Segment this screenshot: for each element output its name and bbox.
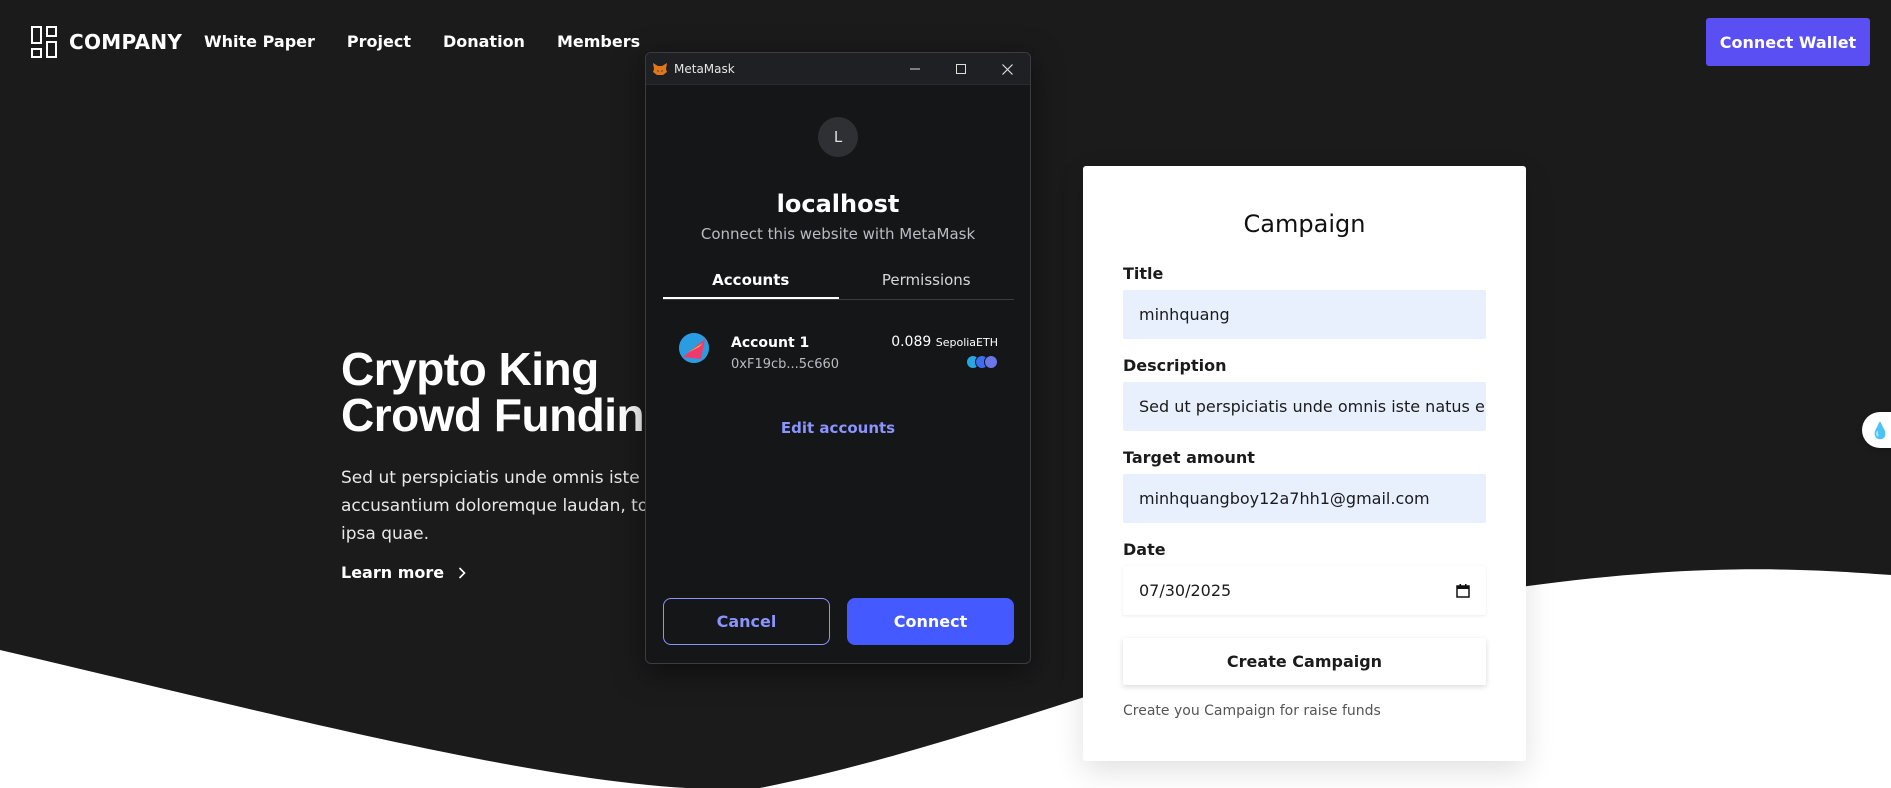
learn-more-label: Learn more xyxy=(341,563,445,582)
nav-project[interactable]: Project xyxy=(347,32,411,51)
account-name: Account 1 xyxy=(731,335,810,351)
calendar-icon[interactable] xyxy=(1456,583,1470,598)
metamask-fox-icon xyxy=(653,62,667,75)
campaign-note: Create you Campaign for raise funds xyxy=(1123,703,1381,719)
metamask-window-title: MetaMask xyxy=(674,61,735,76)
minimize-icon[interactable] xyxy=(892,53,938,85)
tab-permissions[interactable]: Permissions xyxy=(839,265,1015,299)
nav-members[interactable]: Members xyxy=(557,32,640,51)
site-host: localhost xyxy=(776,190,900,218)
nav-donation[interactable]: Donation xyxy=(443,32,525,51)
tab-accounts[interactable]: Accounts xyxy=(663,265,839,299)
main-nav: White Paper Project Donation Members xyxy=(204,32,640,51)
hero-desc-line2: accusantium doloremque laudan, totar xyxy=(341,496,673,516)
window-controls xyxy=(892,53,1030,85)
learn-more-link[interactable]: Learn more xyxy=(341,563,466,582)
target-amount-label: Target amount xyxy=(1123,448,1255,467)
description-label: Description xyxy=(1123,356,1227,375)
campaign-card: Campaign Title minhquang Description Sed… xyxy=(1083,166,1526,761)
hero-desc-line1: Sed ut perspiciatis unde omnis iste nat xyxy=(341,468,673,488)
chevron-right-icon xyxy=(459,566,466,579)
hero-description: Sed ut perspiciatis unde omnis iste nat … xyxy=(341,464,681,548)
maximize-icon[interactable] xyxy=(938,53,984,85)
network-icons xyxy=(966,355,998,369)
close-icon[interactable] xyxy=(984,53,1030,85)
company-logo[interactable]: COMPANY xyxy=(31,26,182,58)
title-label: Title xyxy=(1123,264,1164,283)
hero-title-line2: Crowd Fundin xyxy=(341,389,645,441)
account-address: 0xF19cb...5c660 xyxy=(731,357,840,372)
connect-button[interactable]: Connect xyxy=(847,598,1014,645)
description-input[interactable]: Sed ut perspiciatis unde omnis iste natu… xyxy=(1123,382,1486,431)
balance-unit: SepoliaETH xyxy=(935,336,998,349)
hero-title: Crypto King Crowd Fundin xyxy=(341,343,645,441)
account-row[interactable]: Account 1 0xF19cb...5c660 0.089 SepoliaE… xyxy=(663,331,1014,381)
edit-accounts-link[interactable]: Edit accounts xyxy=(646,419,1030,437)
droplet-icon: 💧 xyxy=(1870,420,1890,440)
connect-wallet-button[interactable]: Connect Wallet xyxy=(1706,18,1870,66)
target-amount-input[interactable]: minhquangboy12a7hh1@gmail.com xyxy=(1123,474,1486,523)
logo-text: COMPANY xyxy=(69,30,183,54)
date-input[interactable]: 07/30/2025 xyxy=(1123,566,1486,615)
account-avatar-icon xyxy=(679,333,709,363)
metamask-titlebar: MetaMask xyxy=(646,53,1030,85)
balance-value: 0.089 xyxy=(891,334,932,350)
eth-icon xyxy=(984,355,998,369)
connect-subtitle: Connect this website with MetaMask xyxy=(700,225,976,243)
metamask-window: MetaMask L localhost Connect this websit… xyxy=(645,52,1031,664)
title-input[interactable]: minhquang xyxy=(1123,290,1486,339)
metamask-tabs: Accounts Permissions xyxy=(663,265,1014,300)
nav-white-paper[interactable]: White Paper xyxy=(204,32,315,51)
create-campaign-button[interactable]: Create Campaign xyxy=(1123,638,1486,685)
account-balance: 0.089 SepoliaETH xyxy=(891,334,998,350)
extension-badge[interactable]: 💧 xyxy=(1862,412,1891,448)
site-avatar: L xyxy=(818,117,858,157)
campaign-title: Campaign xyxy=(1243,210,1366,238)
hero-title-line1: Crypto King xyxy=(341,343,599,395)
logo-icon xyxy=(31,26,59,58)
cancel-button[interactable]: Cancel xyxy=(663,598,830,645)
date-label: Date xyxy=(1123,540,1166,559)
date-value: 07/30/2025 xyxy=(1139,581,1232,600)
hero-desc-line3: ipsa quae. xyxy=(341,524,430,544)
